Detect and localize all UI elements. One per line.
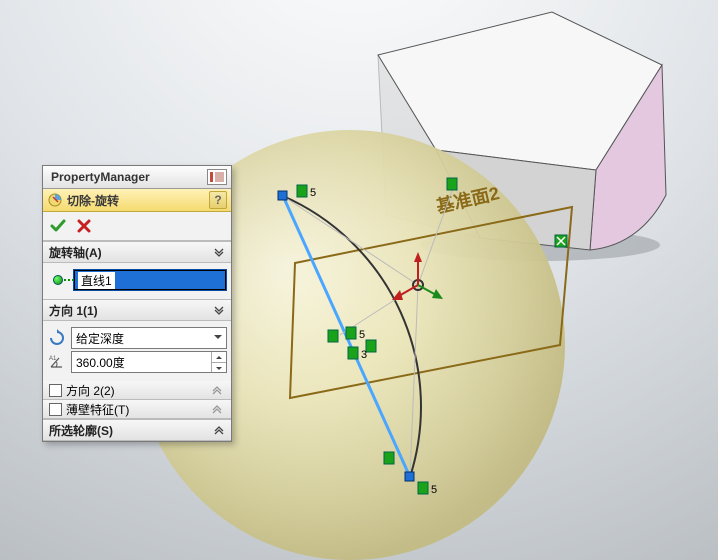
collapse-icon	[213, 423, 227, 438]
section-axis: 旋转轴(A) 直线1	[43, 241, 231, 299]
end-condition-combo[interactable]: 给定深度	[71, 327, 227, 349]
axis-selection-field[interactable]: 直线1	[73, 269, 227, 291]
ok-button[interactable]	[49, 217, 67, 235]
section-direction-2-header[interactable]: 方向 2(2)	[43, 381, 231, 400]
help-button[interactable]: ?	[209, 191, 227, 209]
svg-text:3: 3	[361, 349, 367, 361]
confirm-row	[43, 212, 231, 241]
svg-text:A1: A1	[49, 356, 57, 362]
angle-icon: A1	[47, 352, 67, 372]
spin-up[interactable]	[212, 352, 226, 363]
collapse-icon	[211, 383, 225, 398]
svg-text:5: 5	[431, 484, 437, 496]
section-direction-1-header[interactable]: 方向 1(1)	[43, 300, 231, 321]
angle-spin-buttons[interactable]	[211, 352, 226, 372]
feature-name: 切除-旋转	[67, 192, 119, 209]
property-manager-titlebar: PropertyManager	[43, 166, 231, 189]
section-direction-1: 方向 1(1) 给定深度 A1 360.00度	[43, 299, 231, 381]
property-manager-title: PropertyManager	[51, 170, 150, 184]
reverse-direction-button[interactable]	[47, 328, 67, 348]
cancel-button[interactable]	[75, 217, 93, 235]
angle-input[interactable]: 360.00度	[71, 351, 227, 373]
property-manager-panel: PropertyManager 切除-旋转 ? 旋转轴(A)	[42, 165, 232, 442]
feature-header: 切除-旋转 ?	[43, 189, 231, 212]
section-thin-feature-header[interactable]: 薄壁特征(T)	[43, 400, 231, 419]
collapse-icon	[211, 402, 225, 417]
axis-selector-icon	[47, 270, 69, 290]
direction-2-checkbox[interactable]	[49, 384, 62, 397]
svg-text:5: 5	[310, 187, 316, 199]
cut-revolve-icon	[47, 192, 63, 208]
spin-down[interactable]	[212, 363, 226, 373]
thin-feature-checkbox[interactable]	[49, 403, 62, 416]
section-axis-header[interactable]: 旋转轴(A)	[43, 242, 231, 263]
section-contours-header[interactable]: 所选轮廓(S)	[43, 419, 231, 441]
thumbnail-icon[interactable]	[207, 169, 227, 185]
collapse-icon	[213, 245, 227, 260]
collapse-icon	[213, 303, 227, 318]
svg-text:5: 5	[359, 329, 365, 341]
